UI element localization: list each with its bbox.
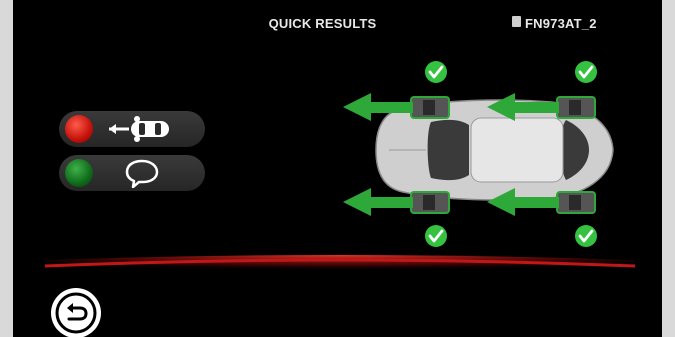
device-icon [512,16,521,27]
tire-rear-left [556,96,596,119]
back-arrow-icon [55,292,97,334]
tire-front-right [410,191,450,214]
tire-rear-right [556,191,596,214]
back-button[interactable] [51,288,101,337]
check-icon [575,225,597,247]
check-icon [575,61,597,83]
tire-front-left [410,96,450,119]
check-icon [425,61,447,83]
arrow-to-car-icon [109,116,169,142]
vehicle-comm-status [59,111,205,147]
app-screen: QUICK RESULTS FN973AT_2 [13,0,662,337]
sensor-comm-status [59,155,205,191]
device-id-label: FN973AT_2 [525,16,597,31]
speech-bubble-icon [125,159,159,188]
vehicle-diagram [343,61,614,247]
check-icon [425,225,447,247]
green-status-dot [65,159,93,187]
red-status-dot [65,115,93,143]
red-divider [45,255,635,278]
